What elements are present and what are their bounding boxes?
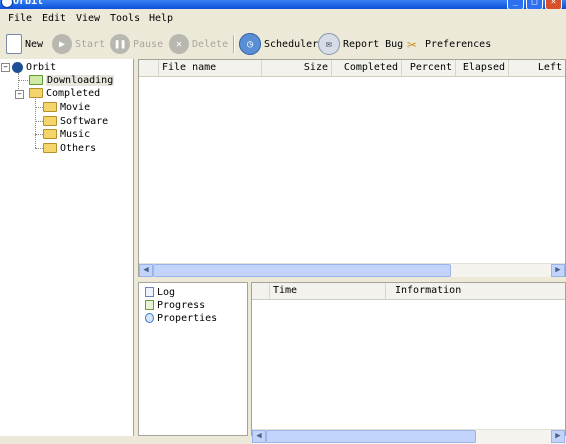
log-column-time[interactable]: Time xyxy=(270,283,386,299)
tree-label-completed: Completed xyxy=(46,87,101,99)
report-bug-button-label: Report Bug xyxy=(343,38,404,50)
column-completed[interactable]: Completed xyxy=(332,60,402,76)
tree-node-others[interactable]: Others xyxy=(43,142,96,154)
log-horizontal-scrollbar[interactable]: ◀ ▶ xyxy=(252,429,565,444)
tree-node-software[interactable]: Software xyxy=(43,115,108,127)
file-list-horizontal-scrollbar[interactable]: ◀ ▶ xyxy=(139,263,565,278)
tab-log[interactable]: Log xyxy=(145,286,175,298)
menu-bar: File Edit View Tools Help xyxy=(0,9,566,29)
tree-collapse-root[interactable]: − xyxy=(1,63,10,72)
column-size[interactable]: Size xyxy=(262,60,332,76)
scroll-right-arrow-icon[interactable]: ▶ xyxy=(551,264,565,277)
window-title: Orbit xyxy=(13,0,44,7)
menu-view[interactable]: View xyxy=(76,12,100,26)
file-list-header: File name Size Completed Percent Elapsed… xyxy=(139,60,565,77)
delete-button[interactable]: ✕ Delete xyxy=(169,32,228,56)
tree-connector xyxy=(35,134,43,135)
progress-icon xyxy=(145,300,154,310)
pause-icon: ❚❚ xyxy=(110,34,130,54)
log-icon xyxy=(145,287,154,297)
tree-label-software: Software xyxy=(60,115,109,127)
tree-node-completed[interactable]: Completed xyxy=(29,87,100,99)
log-scroll-left-arrow-icon[interactable]: ◀ xyxy=(252,430,266,443)
report-bug-button[interactable]: ✉ Report Bug xyxy=(318,32,403,56)
tab-log-label: Log xyxy=(157,286,176,298)
log-scroll-thumb[interactable] xyxy=(266,430,476,443)
tree-connector xyxy=(35,107,43,108)
folder-icon xyxy=(43,102,57,112)
pause-button-label: Pause xyxy=(133,38,164,50)
preferences-button[interactable]: ✂ Preferences xyxy=(402,32,491,56)
delete-icon: ✕ xyxy=(169,34,189,54)
clock-icon: ◷ xyxy=(239,33,261,55)
tab-properties-label: Properties xyxy=(157,312,218,324)
info-tabs: Log Progress Properties xyxy=(138,282,248,436)
start-button[interactable]: ▶ Start xyxy=(52,32,105,56)
preferences-button-label: Preferences xyxy=(425,38,492,50)
tools-icon: ✂ xyxy=(407,34,417,54)
column-percent[interactable]: Percent xyxy=(402,60,456,76)
folder-icon xyxy=(43,129,57,139)
scroll-thumb[interactable] xyxy=(153,264,451,277)
orbit-icon xyxy=(12,61,23,73)
minimize-button[interactable]: _ xyxy=(507,0,524,9)
close-button[interactable]: ✕ xyxy=(545,0,562,9)
new-button[interactable]: New xyxy=(6,32,43,56)
column-left[interactable]: Left xyxy=(509,60,565,76)
scheduler-button[interactable]: ◷ Scheduler xyxy=(239,32,318,56)
menu-help[interactable]: Help xyxy=(149,12,173,26)
tree-connector xyxy=(18,80,28,81)
scheduler-button-label: Scheduler xyxy=(264,38,319,50)
start-button-label: Start xyxy=(75,38,106,50)
new-button-label: New xyxy=(25,38,44,50)
scroll-left-arrow-icon[interactable]: ◀ xyxy=(139,264,153,277)
column-icon[interactable] xyxy=(139,60,159,76)
tree-label-music: Music xyxy=(60,128,91,140)
tree-label-others: Others xyxy=(60,142,97,154)
column-elapsed[interactable]: Elapsed xyxy=(456,60,509,76)
title-bar: Orbit _ □ ✕ xyxy=(0,0,566,9)
log-header: Time Information xyxy=(252,283,565,300)
tree-label-movie: Movie xyxy=(60,101,91,113)
folder-icon xyxy=(43,116,57,126)
log-column-icon[interactable] xyxy=(252,283,270,299)
log-scroll-right-arrow-icon[interactable]: ▶ xyxy=(551,430,565,443)
log-column-information[interactable]: Information xyxy=(386,283,565,299)
play-icon: ▶ xyxy=(52,34,72,54)
tab-properties[interactable]: Properties xyxy=(145,312,217,324)
tab-progress-label: Progress xyxy=(157,299,206,311)
tree-node-movie[interactable]: Movie xyxy=(43,101,90,113)
tree-collapse-completed[interactable]: − xyxy=(15,90,24,99)
log-panel[interactable]: Time Information ◀ ▶ xyxy=(251,282,566,444)
maximize-button[interactable]: □ xyxy=(526,0,543,9)
category-tree[interactable]: − Orbit Downloading − Completed Movie So… xyxy=(0,59,134,436)
properties-icon xyxy=(145,313,154,323)
folder-icon xyxy=(43,143,57,153)
bug-icon: ✉ xyxy=(318,33,340,55)
tree-label-downloading: Downloading xyxy=(46,74,115,86)
tree-node-orbit[interactable]: Orbit xyxy=(12,61,56,73)
tree-connector xyxy=(35,148,43,149)
delete-button-label: Delete xyxy=(192,38,229,50)
tree-node-downloading[interactable]: Downloading xyxy=(29,74,115,86)
tree-node-music[interactable]: Music xyxy=(43,128,90,140)
tree-connector xyxy=(35,121,43,122)
completed-folder-icon xyxy=(29,88,43,98)
toolbar: New ▶ Start ❚❚ Pause ✕ Delete ◷ Schedule… xyxy=(0,29,566,60)
orbit-app-icon xyxy=(1,0,13,8)
new-document-icon xyxy=(6,34,22,54)
tab-progress[interactable]: Progress xyxy=(145,299,205,311)
menu-edit[interactable]: Edit xyxy=(42,12,66,26)
file-list[interactable]: File name Size Completed Percent Elapsed… xyxy=(138,59,566,278)
column-file-name[interactable]: File name xyxy=(159,60,262,76)
menu-file[interactable]: File xyxy=(8,12,32,26)
downloading-folder-icon xyxy=(29,75,43,85)
toolbar-separator xyxy=(233,35,235,53)
menu-tools[interactable]: Tools xyxy=(110,12,140,26)
tree-label-orbit: Orbit xyxy=(26,61,57,73)
pause-button[interactable]: ❚❚ Pause xyxy=(110,32,163,56)
